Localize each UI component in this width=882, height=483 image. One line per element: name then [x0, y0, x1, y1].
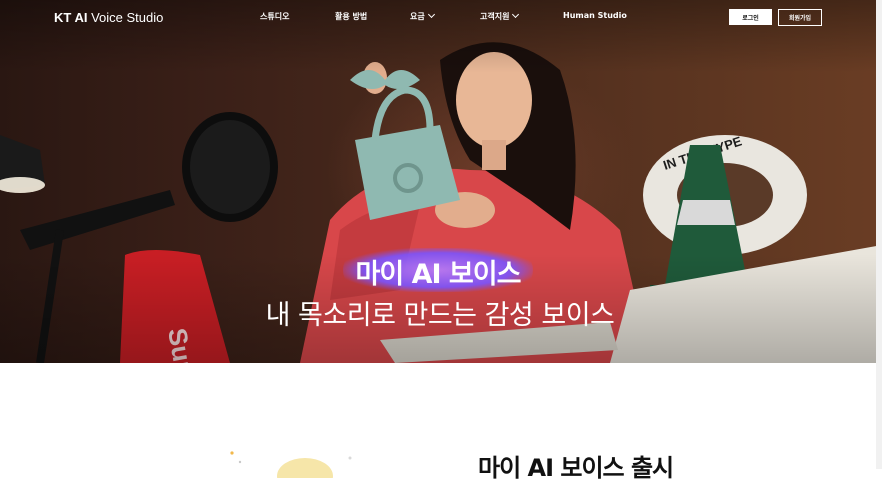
hero-title-group: 마이 AI 보이스	[343, 244, 533, 292]
nav-item-pricing-label: 요금	[410, 12, 425, 21]
nav-item-human-studio[interactable]: Human Studio	[563, 11, 627, 20]
section-illustration	[230, 451, 352, 478]
nav-item-support[interactable]: 고객지원	[480, 10, 520, 22]
hero-title: 마이 AI 보이스	[355, 259, 522, 290]
nav-item-pricing[interactable]: 요금	[410, 10, 435, 22]
hero-banner: Sup IN THE HYPE 마이 AI 보이스 내 목소리로 만드는	[0, 0, 882, 363]
top-navigation: KT AI Voice Studio 스튜디오 활용 방법 요금 고객지원 Hu…	[0, 0, 882, 36]
nav-item-usage[interactable]: 활용 방법	[335, 11, 367, 22]
chevron-down-icon	[427, 10, 435, 19]
nav-item-studio[interactable]: 스튜디오	[260, 11, 289, 22]
page-scrollbar[interactable]	[876, 0, 882, 469]
hero-subtitle: 내 목소리로 만드는 감성 보이스	[265, 300, 615, 331]
login-button[interactable]: 로그인	[729, 9, 772, 25]
nav-item-support-label: 고객지원	[480, 12, 510, 21]
signup-button[interactable]: 회원가입	[778, 9, 822, 26]
section-title: 마이 AI 보이스 출시	[478, 454, 674, 482]
chevron-down-icon	[512, 10, 520, 19]
